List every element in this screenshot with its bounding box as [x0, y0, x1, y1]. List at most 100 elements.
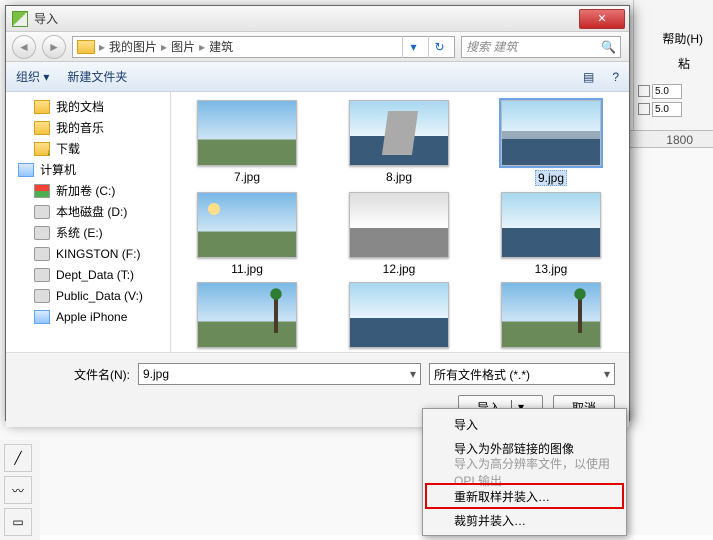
- crumb-seg-1[interactable]: 图片: [171, 38, 195, 55]
- tree-item[interactable]: 系统 (E:): [6, 222, 170, 243]
- breadcrumb[interactable]: ▸ 我的图片 ▸ 图片 ▸ 建筑 ▾ ↻: [72, 36, 455, 58]
- thumbnail-image: [197, 282, 297, 348]
- paste-button[interactable]: 粘: [678, 55, 708, 75]
- help-button[interactable]: ?: [612, 70, 619, 84]
- file-thumbnail[interactable]: 13.jpg: [495, 192, 607, 276]
- menu-item: 导入为高分辨率文件，以使用 OPI 输出: [426, 460, 623, 484]
- import-dropdown-menu: 导入导入为外部链接的图像导入为高分辨率文件，以使用 OPI 输出重新取样并装入……: [422, 408, 627, 536]
- tree-item[interactable]: 计算机: [6, 159, 170, 180]
- tree-item-label: 本地磁盘 (D:): [56, 203, 127, 220]
- nudge-x-icon: [638, 85, 650, 97]
- thumbnail-image: [197, 100, 297, 166]
- file-thumbnail[interactable]: 11.jpg: [191, 192, 303, 276]
- tree-item[interactable]: 新加卷 (C:): [6, 180, 170, 201]
- tool-line-icon[interactable]: ╱: [4, 444, 32, 472]
- filetype-value: 所有文件格式 (*.*): [434, 366, 530, 383]
- file-thumbnail[interactable]: 12.jpg: [343, 192, 455, 276]
- file-name-label: 11.jpg: [231, 262, 263, 276]
- file-name-label: 12.jpg: [383, 262, 416, 276]
- nudge-spinners: [638, 82, 713, 118]
- tree-item[interactable]: Apple iPhone: [6, 306, 170, 327]
- import-dialog: 导入 ✕ ◄ ► ▸ 我的图片 ▸ 图片 ▸ 建筑 ▾ ↻ 搜索 建筑 🔍 组织…: [5, 5, 630, 421]
- filename-value: 9.jpg: [143, 367, 169, 381]
- folder-icon: [77, 40, 95, 54]
- chevron-down-icon[interactable]: ▾: [410, 367, 416, 381]
- organize-button[interactable]: 组织 ▾: [16, 68, 49, 85]
- nudge-y-icon: [638, 103, 650, 115]
- file-thumbnail[interactable]: 9.jpg: [495, 100, 607, 186]
- chevron-down-icon[interactable]: ▾: [604, 367, 610, 381]
- navbar: ◄ ► ▸ 我的图片 ▸ 图片 ▸ 建筑 ▾ ↻ 搜索 建筑 🔍: [6, 32, 629, 62]
- tree-item-label: Dept_Data (T:): [56, 268, 134, 282]
- crumb-dropdown-icon[interactable]: ▾: [402, 36, 424, 58]
- tree-item[interactable]: KINGSTON (F:): [6, 243, 170, 264]
- dialog-body: 我的文档我的音乐下载计算机新加卷 (C:) 本地磁盘 (D:) 系统 (E:)KIN…: [6, 92, 629, 352]
- tree-item-label: 下载: [56, 140, 80, 157]
- file-thumbnail[interactable]: 8.jpg: [343, 100, 455, 186]
- thumbnail-image: [349, 192, 449, 258]
- filename-label: 文件名(N):: [20, 366, 130, 383]
- left-toolbox: ╱ 〰 ▭: [0, 440, 40, 540]
- tree-item[interactable]: 我的音乐: [6, 117, 170, 138]
- menu-help[interactable]: 帮助(H): [662, 30, 703, 47]
- nudge-x-input[interactable]: [652, 84, 682, 99]
- titlebar[interactable]: 导入 ✕: [6, 6, 629, 32]
- view-mode-button[interactable]: ▤: [583, 70, 594, 84]
- drive-icon: [34, 247, 50, 261]
- tree-item[interactable]: 下载: [6, 138, 170, 159]
- drive-icon: [34, 205, 50, 219]
- tree-item-label: Apple iPhone: [56, 310, 127, 324]
- tool-rect-icon[interactable]: ▭: [4, 508, 32, 536]
- drive-icon: [34, 268, 50, 282]
- filetype-select[interactable]: 所有文件格式 (*.*) ▾: [429, 363, 615, 385]
- folder-tree[interactable]: 我的文档我的音乐下载计算机新加卷 (C:) 本地磁盘 (D:) 系统 (E:)KIN…: [6, 92, 171, 352]
- tree-item[interactable]: 我的文档: [6, 96, 170, 117]
- file-name-label: 13.jpg: [535, 262, 568, 276]
- nav-forward-button[interactable]: ►: [42, 35, 66, 59]
- crumb-seg-2[interactable]: 建筑: [209, 38, 233, 55]
- close-button[interactable]: ✕: [579, 9, 625, 29]
- ruler-mark: 1800: [666, 133, 693, 147]
- file-thumbnail[interactable]: [495, 282, 607, 352]
- dialog-toolbar: 组织 ▾ 新建文件夹 ▤ ?: [6, 62, 629, 92]
- tool-curve-icon[interactable]: 〰: [4, 476, 32, 504]
- file-name-label: 7.jpg: [234, 170, 260, 184]
- tree-item[interactable]: 本地磁盘 (D:): [6, 201, 170, 222]
- crumb-seg-0[interactable]: 我的图片: [109, 38, 157, 55]
- refresh-button[interactable]: ↻: [428, 36, 450, 58]
- menu-item[interactable]: 裁剪并装入…: [426, 508, 623, 532]
- tree-item-label: 计算机: [40, 161, 76, 178]
- app-icon: [12, 11, 28, 27]
- chevron-down-icon: ▾: [43, 70, 49, 84]
- comp-icon: [18, 163, 34, 177]
- file-thumbnail[interactable]: [343, 282, 455, 352]
- tree-item[interactable]: Dept_Data (T:): [6, 264, 170, 285]
- new-folder-button[interactable]: 新建文件夹: [67, 68, 127, 85]
- folder-icon: [34, 121, 50, 135]
- menu-item[interactable]: 重新取样并装入…: [426, 484, 623, 508]
- search-input[interactable]: 搜索 建筑 🔍: [461, 36, 621, 58]
- tree-item-label: Public_Data (V:): [56, 289, 143, 303]
- file-thumbnail[interactable]: [191, 282, 303, 352]
- file-thumbnail[interactable]: 7.jpg: [191, 100, 303, 186]
- folder-icon: [34, 100, 50, 114]
- nav-back-button[interactable]: ◄: [12, 35, 36, 59]
- file-name-label: 8.jpg: [386, 170, 412, 184]
- win-icon: [34, 184, 50, 198]
- thumbnail-image: [501, 100, 601, 166]
- thumbnail-image: [501, 192, 601, 258]
- tree-item[interactable]: Public_Data (V:): [6, 285, 170, 306]
- search-placeholder: 搜索 建筑: [466, 38, 517, 55]
- drive-icon: [34, 289, 50, 303]
- drive-icon: [34, 226, 50, 240]
- chevron-right-icon: ▸: [199, 40, 205, 54]
- comp-icon: [34, 310, 50, 324]
- thumbnail-image: [197, 192, 297, 258]
- menu-item[interactable]: 导入: [426, 412, 623, 436]
- thumbnail-image: [349, 100, 449, 166]
- tree-item-label: 我的音乐: [56, 119, 104, 136]
- search-icon: 🔍: [601, 40, 616, 54]
- nudge-y-input[interactable]: [652, 102, 682, 117]
- filename-input[interactable]: 9.jpg ▾: [138, 363, 421, 385]
- file-grid[interactable]: 7.jpg 8.jpg 9.jpg 11.jpg 12.jpg 13.jpg: [171, 92, 629, 352]
